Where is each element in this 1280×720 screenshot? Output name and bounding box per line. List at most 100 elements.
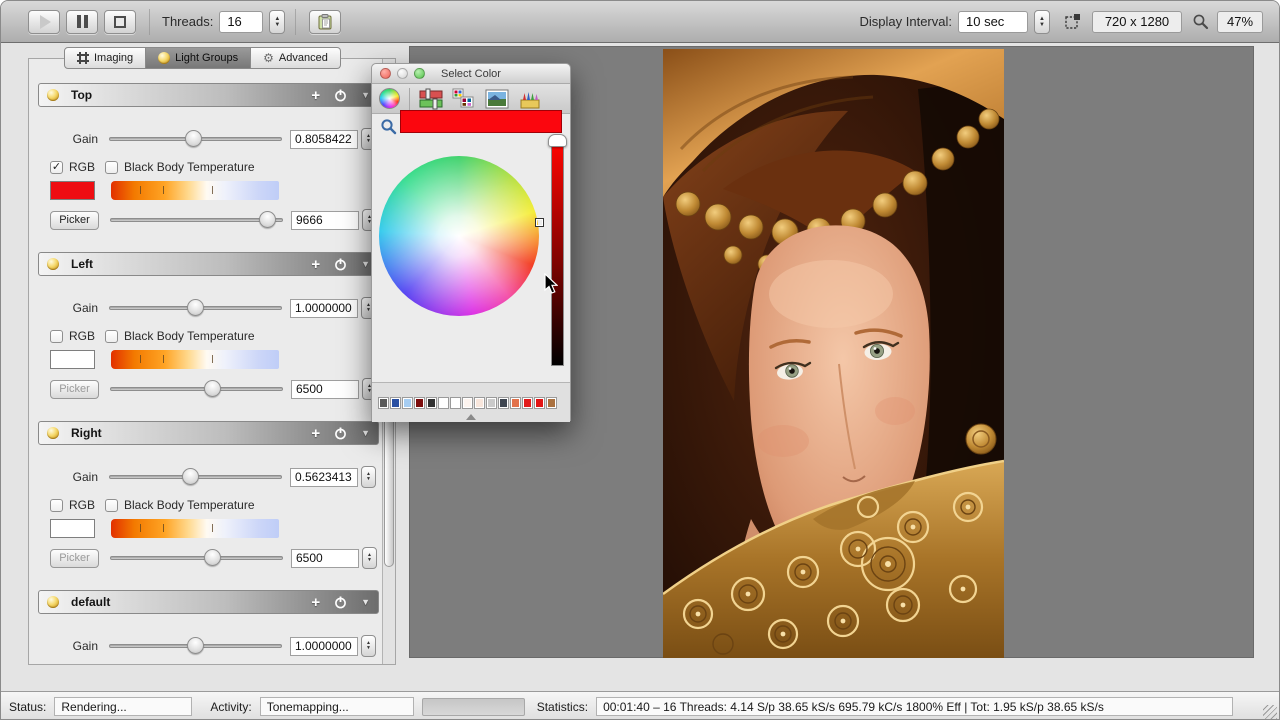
add-group-icon[interactable]: + bbox=[311, 257, 320, 272]
bbt-checkbox-item[interactable]: Black Body Temperature bbox=[105, 160, 255, 174]
palette-swatch[interactable] bbox=[498, 397, 509, 409]
resize-window-icon[interactable] bbox=[1064, 13, 1082, 31]
temperature-value-field[interactable]: 9666 bbox=[291, 211, 359, 230]
add-group-icon[interactable]: + bbox=[311, 88, 320, 103]
power-icon[interactable] bbox=[334, 427, 347, 440]
collapse-caret-icon[interactable]: ▼ bbox=[361, 260, 370, 269]
power-icon[interactable] bbox=[334, 89, 347, 102]
render-pause-button[interactable] bbox=[66, 10, 98, 34]
palette-swatch[interactable] bbox=[390, 397, 401, 409]
dialog-titlebar[interactable]: Select Color bbox=[372, 64, 570, 84]
tab-light-groups[interactable]: Light Groups bbox=[146, 47, 251, 69]
threads-stepper[interactable]: ▲▼ bbox=[269, 10, 285, 34]
picker-button[interactable]: Picker bbox=[50, 380, 99, 399]
gain-value-field[interactable]: 1.0000000 bbox=[290, 637, 358, 656]
resolution-display[interactable]: 720 x 1280 bbox=[1092, 11, 1182, 33]
rgb-checkbox-item[interactable]: RGB bbox=[50, 329, 95, 343]
color-wheel-selector[interactable] bbox=[536, 219, 543, 226]
zoom-magnifier-icon[interactable] bbox=[1192, 13, 1209, 30]
gain-slider[interactable] bbox=[109, 636, 282, 656]
temperature-stepper[interactable]: ▲▼ bbox=[362, 547, 377, 569]
gain-stepper[interactable]: ▲▼ bbox=[361, 635, 376, 657]
activity-value: Tonemapping... bbox=[260, 697, 414, 716]
group-header[interactable]: Left + ▼ bbox=[38, 252, 379, 276]
display-interval-input[interactable]: 10 sec bbox=[958, 11, 1028, 33]
loupe-icon[interactable] bbox=[380, 118, 397, 135]
color-swatch[interactable] bbox=[50, 350, 95, 369]
blackbody-gradient-bar[interactable] bbox=[111, 350, 279, 369]
palette-swatch[interactable] bbox=[414, 397, 425, 409]
color-wheel[interactable] bbox=[379, 156, 539, 316]
crayons-mode-icon[interactable] bbox=[518, 88, 542, 110]
light-group-left: Left + ▼ Gain 1.0000000 ▲▼ bbox=[38, 252, 379, 399]
bbt-checkbox[interactable] bbox=[105, 330, 118, 343]
gain-value-field[interactable]: 0.5623413 bbox=[290, 468, 358, 487]
rgb-checkbox-item[interactable]: RGB bbox=[50, 498, 95, 512]
color-swatch[interactable] bbox=[50, 519, 95, 538]
temperature-slider[interactable] bbox=[110, 379, 283, 399]
display-interval-stepper[interactable]: ▲▼ bbox=[1034, 10, 1050, 34]
group-header[interactable]: Right + ▼ bbox=[38, 421, 379, 445]
picker-button[interactable]: Picker bbox=[50, 549, 99, 568]
render-stop-button[interactable] bbox=[104, 10, 136, 34]
add-group-icon[interactable]: + bbox=[311, 595, 320, 610]
bbt-checkbox[interactable] bbox=[105, 499, 118, 512]
tab-advanced[interactable]: ⚙ Advanced bbox=[251, 47, 341, 69]
palette-swatch[interactable] bbox=[534, 397, 545, 409]
copy-log-button[interactable] bbox=[309, 10, 341, 34]
tab-imaging[interactable]: Imaging bbox=[64, 47, 146, 69]
rgb-checkbox[interactable]: ✓ bbox=[50, 161, 63, 174]
palette-swatch[interactable] bbox=[402, 397, 413, 409]
group-header[interactable]: Top + ▼ bbox=[38, 83, 379, 107]
color-palettes-mode-icon[interactable] bbox=[452, 88, 476, 110]
gain-value-field[interactable]: 0.8058422 bbox=[290, 130, 358, 149]
palette-swatch[interactable] bbox=[510, 397, 521, 409]
power-icon[interactable] bbox=[334, 596, 347, 609]
light-group-top: Top + ▼ Gain 0.8058422 ▲▼ bbox=[38, 83, 379, 230]
temperature-value-field[interactable]: 6500 bbox=[291, 549, 359, 568]
rgb-checkbox-item[interactable]: ✓ RGB bbox=[50, 160, 95, 174]
color-sliders-mode-icon[interactable] bbox=[419, 88, 443, 110]
bbt-checkbox-item[interactable]: Black Body Temperature bbox=[105, 329, 255, 343]
palette-swatch[interactable] bbox=[438, 397, 449, 409]
temperature-value-field[interactable]: 6500 bbox=[291, 380, 359, 399]
rgb-checkbox[interactable] bbox=[50, 499, 63, 512]
bbt-checkbox[interactable] bbox=[105, 161, 118, 174]
color-swatch[interactable] bbox=[50, 181, 95, 200]
drawer-handle-icon[interactable] bbox=[466, 414, 476, 420]
zoom-percent-display[interactable]: 47% bbox=[1217, 11, 1263, 33]
gain-slider[interactable] bbox=[109, 298, 282, 318]
threads-input[interactable]: 16 bbox=[219, 11, 263, 33]
color-wheel-mode-icon[interactable] bbox=[379, 88, 400, 109]
palette-swatch[interactable] bbox=[450, 397, 461, 409]
gain-slider[interactable] bbox=[109, 467, 282, 487]
brightness-slider[interactable] bbox=[551, 140, 564, 366]
collapse-caret-icon[interactable]: ▼ bbox=[361, 598, 370, 607]
add-group-icon[interactable]: + bbox=[311, 426, 320, 441]
blackbody-gradient-bar[interactable] bbox=[111, 181, 279, 200]
gain-slider[interactable] bbox=[109, 129, 282, 149]
collapse-caret-icon[interactable]: ▼ bbox=[361, 429, 370, 438]
palette-swatch[interactable] bbox=[486, 397, 497, 409]
bbt-checkbox-item[interactable]: Black Body Temperature bbox=[105, 498, 255, 512]
palette-swatch[interactable] bbox=[546, 397, 557, 409]
resize-grip[interactable] bbox=[1263, 705, 1277, 719]
group-header[interactable]: default + ▼ bbox=[38, 590, 379, 614]
palette-swatch[interactable] bbox=[522, 397, 533, 409]
gain-stepper[interactable]: ▲▼ bbox=[361, 466, 376, 488]
gain-value-field[interactable]: 1.0000000 bbox=[290, 299, 358, 318]
blackbody-gradient-bar[interactable] bbox=[111, 519, 279, 538]
picker-button[interactable]: Picker bbox=[50, 211, 99, 230]
image-palettes-mode-icon[interactable] bbox=[485, 88, 509, 110]
palette-swatch[interactable] bbox=[378, 397, 389, 409]
collapse-caret-icon[interactable]: ▼ bbox=[361, 91, 370, 100]
rgb-checkbox[interactable] bbox=[50, 330, 63, 343]
temperature-slider[interactable] bbox=[110, 548, 283, 568]
palette-swatch[interactable] bbox=[474, 397, 485, 409]
palette-swatch[interactable] bbox=[462, 397, 473, 409]
brightness-slider-thumb[interactable] bbox=[548, 134, 567, 147]
temperature-slider[interactable] bbox=[110, 210, 283, 230]
power-icon[interactable] bbox=[334, 258, 347, 271]
render-resume-button[interactable] bbox=[28, 10, 60, 34]
palette-swatch[interactable] bbox=[426, 397, 437, 409]
